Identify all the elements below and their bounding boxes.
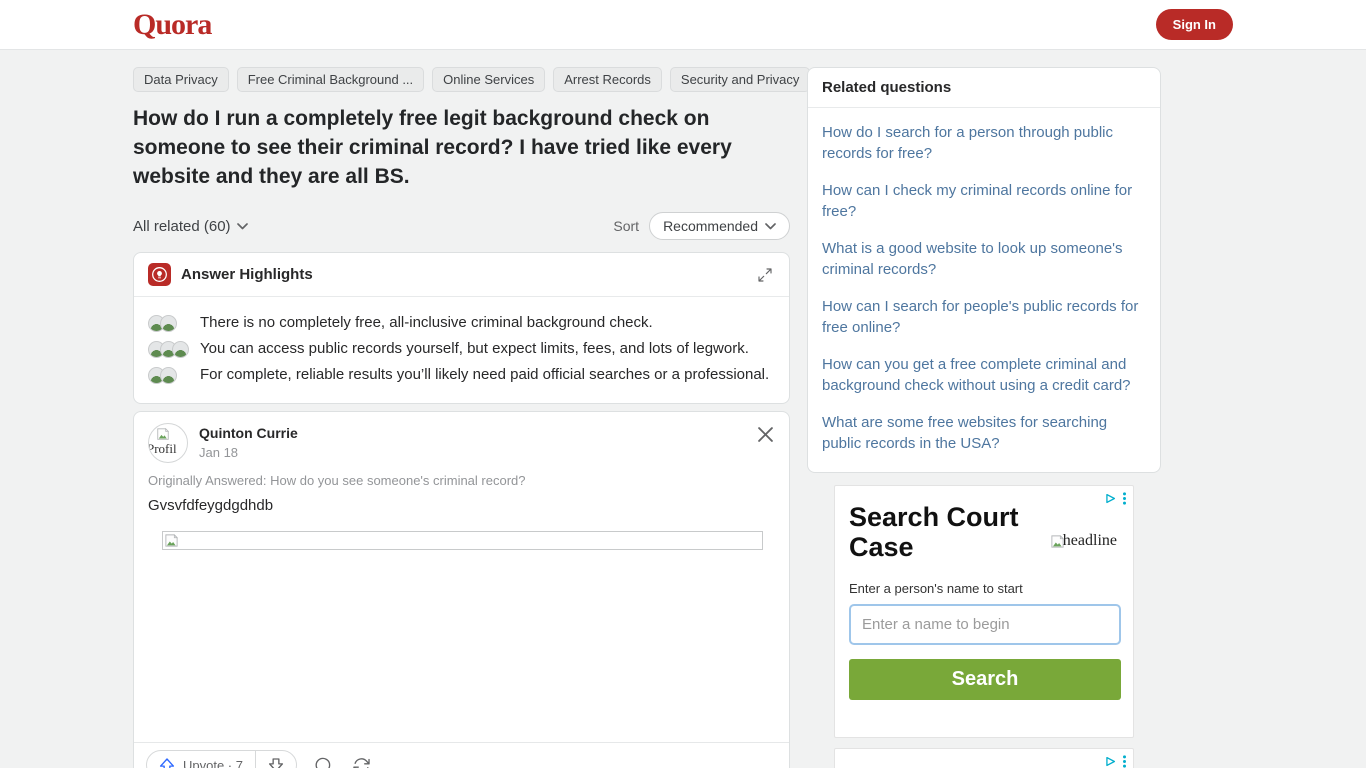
ad-card-search-court-case: Search Court Case headline Enter a perso… — [834, 485, 1134, 738]
share-repost-icon — [352, 756, 371, 768]
originally-answered-link[interactable]: Originally Answered: How do you see some… — [134, 473, 789, 488]
question-title: How do I run a completely free legit bac… — [133, 104, 790, 191]
related-question-link[interactable]: How can I search for people's public rec… — [808, 288, 1160, 346]
quora-logo[interactable]: Quora — [133, 8, 211, 42]
broken-image-icon — [164, 533, 179, 548]
related-question-link[interactable]: What are some free websites for searchin… — [808, 404, 1160, 462]
share-button[interactable] — [348, 752, 375, 768]
topic-tag[interactable]: Arrest Records — [553, 67, 662, 92]
ad-image-alt-text: headline — [1063, 532, 1117, 550]
answer-highlights-card: Answer Highlights There is no completely… — [133, 252, 790, 404]
related-question-link[interactable]: How can you get a free complete criminal… — [808, 346, 1160, 404]
answers-filter-row: All related (60) Sort Recommended — [133, 212, 790, 240]
author-avatar[interactable]: Profil — [148, 423, 188, 463]
sort-label: Sort — [613, 218, 639, 234]
highlight-item: For complete, reliable results you’ll li… — [148, 365, 775, 385]
answer-body-text: Gvsvfdfeygdgdhdb — [134, 497, 789, 514]
lightbulb-icon — [148, 263, 171, 286]
topic-tag[interactable]: Free Criminal Background ... — [237, 67, 424, 92]
topic-tag[interactable]: Security and Privacy — [670, 67, 811, 92]
upvote-icon — [158, 756, 176, 768]
chevron-down-icon — [237, 223, 248, 230]
expand-icon[interactable] — [755, 265, 775, 285]
sidebar: Related questions How do I search for a … — [807, 67, 1161, 768]
sign-in-button[interactable]: Sign In — [1156, 9, 1233, 40]
adchoices-icon[interactable] — [1103, 491, 1118, 506]
chevron-down-icon — [765, 223, 776, 230]
ad-card-search-court-2: Search Court — [834, 748, 1134, 768]
broken-image-icon — [156, 427, 170, 441]
highlight-avatars — [148, 367, 200, 384]
comment-icon — [313, 756, 332, 768]
downvote-icon — [267, 756, 285, 768]
answer-broken-image — [162, 531, 763, 550]
ad-name-input[interactable] — [849, 604, 1121, 645]
page-content: Data Privacy Free Criminal Background ..… — [133, 50, 1233, 768]
related-question-link[interactable]: How do I search for a person through pub… — [808, 114, 1160, 172]
top-navigation-bar: Quora Sign In — [0, 0, 1366, 50]
sort-value: Recommended — [663, 218, 758, 234]
upvote-label: Upvote · 7 — [183, 758, 243, 768]
comment-button[interactable] — [309, 752, 336, 768]
related-questions-card: Related questions How do I search for a … — [807, 67, 1161, 473]
all-related-dropdown[interactable]: All related (60) — [133, 218, 248, 235]
topic-tag[interactable]: Data Privacy — [133, 67, 229, 92]
adchoices-icon[interactable] — [1103, 754, 1118, 768]
sort-dropdown[interactable]: Recommended — [649, 212, 790, 240]
related-questions-title: Related questions — [808, 68, 1160, 108]
author-name[interactable]: Quinton Currie — [199, 423, 756, 441]
answer-card: Profil Quinton Currie Jan 18 Originally … — [133, 411, 790, 768]
downvote-button[interactable] — [256, 751, 296, 768]
highlight-text: For complete, reliable results you’ll li… — [200, 365, 769, 385]
highlight-avatars — [148, 315, 200, 332]
upvote-button[interactable]: Upvote · 7 — [147, 751, 255, 768]
answer-action-bar: Upvote · 7 — [134, 742, 789, 768]
highlight-item: There is no completely free, all-inclusi… — [148, 313, 775, 333]
avatar-alt-text: Profil — [148, 441, 177, 457]
related-question-link[interactable]: How can I check my criminal records onli… — [808, 172, 1160, 230]
all-related-label: All related (60) — [133, 218, 231, 235]
ad-prompt-text: Enter a person's name to start — [849, 581, 1119, 596]
question-column: Data Privacy Free Criminal Background ..… — [133, 67, 790, 768]
ad-heading[interactable]: Search Court Case — [849, 502, 1029, 562]
answer-highlights-title: Answer Highlights — [181, 266, 755, 283]
answer-date[interactable]: Jan 18 — [199, 445, 756, 460]
topic-tag[interactable]: Online Services — [432, 67, 545, 92]
related-question-link[interactable]: What is a good website to look up someon… — [808, 230, 1160, 288]
ad-search-button[interactable]: Search — [849, 659, 1121, 700]
close-icon[interactable] — [756, 425, 775, 444]
ad-menu-icon[interactable] — [1121, 491, 1128, 506]
ad-headline-broken-image: headline — [1050, 532, 1117, 550]
highlight-avatars — [148, 341, 200, 358]
topic-tags-row: Data Privacy Free Criminal Background ..… — [133, 67, 790, 92]
ad-menu-icon[interactable] — [1121, 754, 1128, 768]
highlight-item: You can access public records yourself, … — [148, 339, 775, 359]
highlight-text: There is no completely free, all-inclusi… — [200, 313, 653, 333]
highlight-text: You can access public records yourself, … — [200, 339, 749, 359]
